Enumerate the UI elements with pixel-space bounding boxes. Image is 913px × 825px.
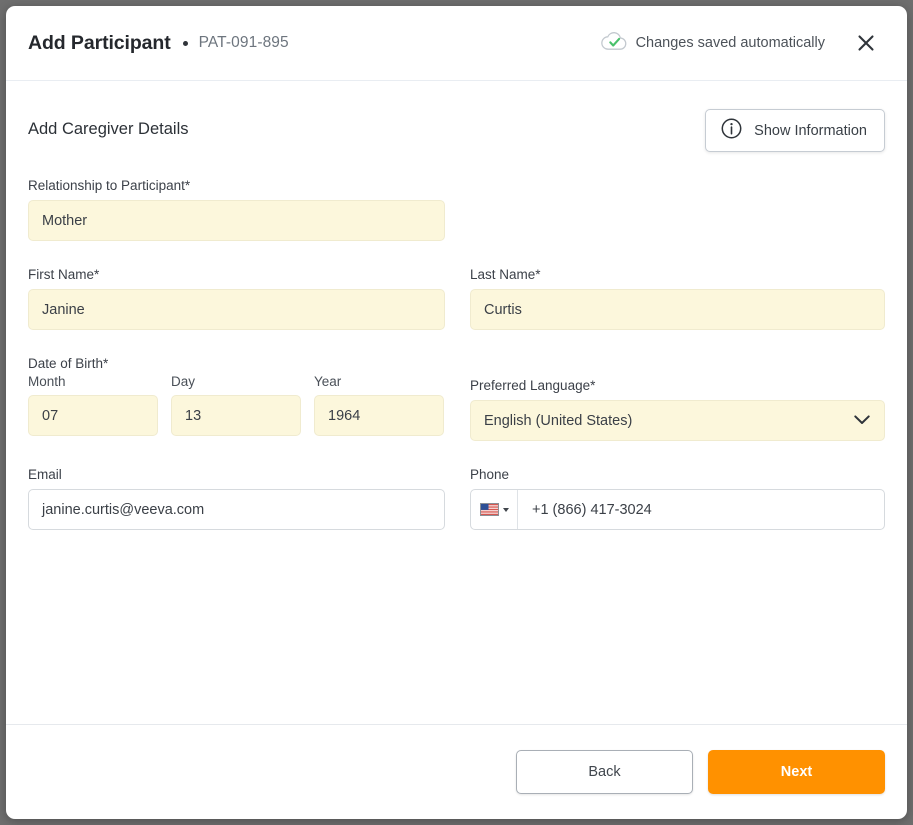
autosave-status: Changes saved automatically [600, 31, 825, 56]
row-spacer [470, 441, 885, 467]
relationship-label: Relationship to Participant* [28, 178, 191, 193]
modal-header: Add Participant PAT-091-895 Changes save… [6, 6, 907, 81]
relationship-field-group: Relationship to Participant* Mother [28, 178, 445, 241]
first-name-field-group: First Name* Janine [28, 267, 445, 330]
date-of-birth-inputs: Month 07 Day 13 Year 1964 [28, 374, 445, 436]
row-spacer [28, 441, 445, 467]
relationship-row-spacer [470, 178, 885, 241]
last-name-label: Last Name* [470, 267, 541, 282]
chevron-down-icon [854, 413, 870, 429]
last-name-input[interactable]: Curtis [470, 289, 885, 330]
email-field-group: Email janine.curtis@veeva.com [28, 467, 445, 530]
row-spacer [470, 241, 885, 267]
page-title: Add Caregiver Details [28, 120, 189, 138]
dob-day-group: Day 13 [171, 374, 301, 436]
phone-field-group: Phone +1 (866) 417-3024 [470, 467, 885, 530]
next-button[interactable]: Next [708, 750, 885, 794]
first-name-input[interactable]: Janine [28, 289, 445, 330]
close-icon[interactable] [851, 28, 881, 58]
dob-month-label: Month [28, 374, 66, 389]
modal-title: Add Participant [28, 31, 171, 54]
dob-year-label: Year [314, 374, 342, 389]
show-information-label: Show Information [754, 122, 867, 139]
row-spacer [470, 330, 885, 356]
back-button[interactable]: Back [516, 750, 693, 794]
row-spacer [28, 330, 445, 356]
phone-label: Phone [470, 467, 510, 482]
relationship-input[interactable]: Mother [28, 200, 445, 241]
show-information-button[interactable]: Show Information [705, 109, 885, 152]
dob-year-group: Year 1964 [314, 374, 444, 436]
dob-month-input[interactable]: 07 [28, 395, 158, 436]
info-circle-icon [721, 118, 742, 144]
phone-country-selector[interactable] [471, 490, 518, 529]
caregiver-form: Relationship to Participant* Mother Firs… [28, 178, 885, 530]
cloud-check-icon [600, 31, 627, 56]
add-participant-modal: Add Participant PAT-091-895 Changes save… [6, 6, 907, 819]
title-separator-dot [182, 40, 188, 46]
last-name-field-group: Last Name* Curtis [470, 267, 885, 330]
date-of-birth-field-group: Date of Birth* Month 07 Day 13 Year 1964 [28, 356, 445, 441]
caret-down-icon [502, 507, 509, 512]
section-header-row: Add Caregiver Details Show Information [28, 81, 885, 152]
dob-year-input[interactable]: 1964 [314, 395, 444, 436]
dob-month-group: Month 07 [28, 374, 158, 436]
modal-body: Add Caregiver Details Show Information R… [6, 81, 907, 725]
modal-footer: Back Next [6, 725, 907, 819]
preferred-language-select[interactable]: English (United States) [470, 400, 885, 441]
dob-day-input[interactable]: 13 [171, 395, 301, 436]
preferred-language-label: Preferred Language* [470, 378, 596, 393]
row-spacer [28, 241, 445, 267]
first-name-label: First Name* [28, 267, 100, 282]
us-flag-icon [479, 503, 499, 516]
participant-id: PAT-091-895 [198, 34, 289, 51]
email-label: Email [28, 467, 62, 482]
autosave-status-text: Changes saved automatically [635, 35, 825, 51]
phone-input-wrapper: +1 (866) 417-3024 [470, 489, 885, 530]
preferred-language-value: English (United States) [484, 412, 633, 429]
phone-number-input[interactable]: +1 (866) 417-3024 [518, 490, 884, 529]
email-input[interactable]: janine.curtis@veeva.com [28, 489, 445, 530]
preferred-language-field-group: Preferred Language* English (United Stat… [470, 356, 885, 441]
dob-day-label: Day [171, 374, 196, 389]
date-of-birth-label: Date of Birth* [28, 356, 109, 371]
